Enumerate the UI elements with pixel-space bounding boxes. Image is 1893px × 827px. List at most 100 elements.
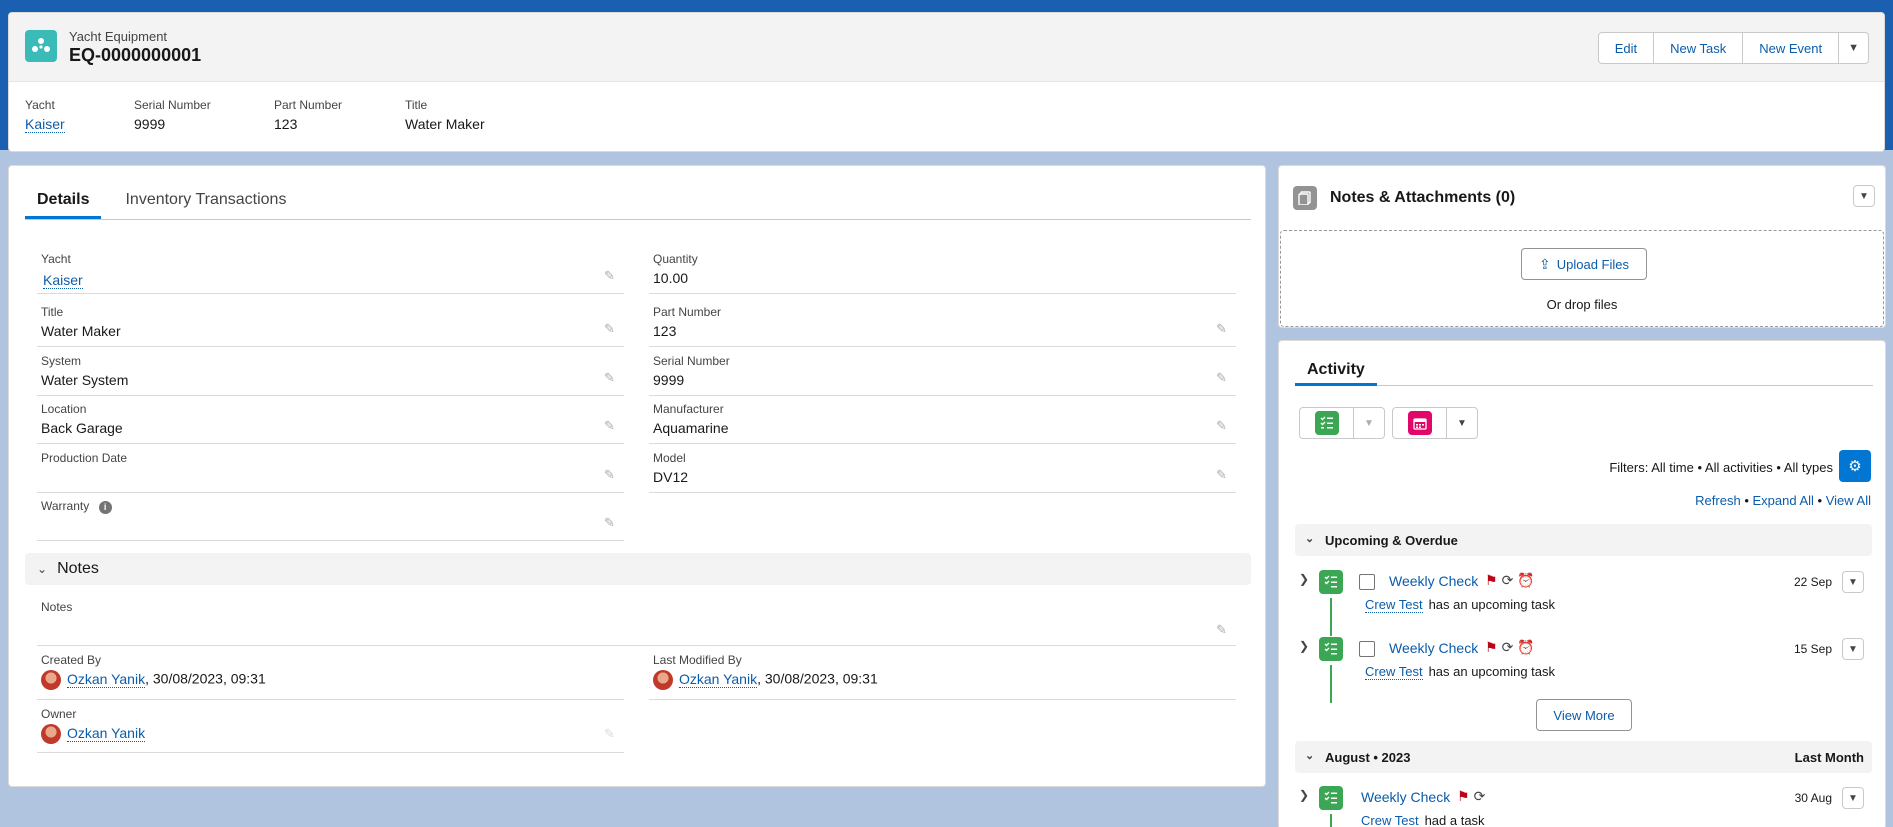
owner-user-link[interactable]: Ozkan Yanik — [67, 724, 146, 742]
field-value: Aquamarine — [653, 420, 729, 436]
task-indicators: ⚑⟳ — [1457, 788, 1489, 805]
task-complete-checkbox[interactable] — [1359, 641, 1375, 657]
field-manufacturer: Manufacturer Aquamarine ✎ — [649, 396, 1236, 444]
chevron-down-icon: ▼ — [1457, 417, 1467, 429]
event-publisher-dropdown[interactable]: ▼ — [1447, 408, 1477, 438]
notes-attachments-header: Notes & Attachments (0) — [1293, 186, 1515, 210]
change-owner-icon[interactable]: ✎ — [604, 726, 618, 741]
august-2023-header[interactable]: ⌄ August • 2023 Last Month — [1295, 741, 1872, 773]
highlight-value: Water Maker — [405, 116, 485, 132]
field-label: Yacht — [41, 252, 71, 266]
task-icon — [1314, 411, 1339, 435]
field-serial-number: Serial Number 9999 ✎ — [649, 348, 1236, 396]
field-label: Model — [653, 451, 686, 465]
edit-pencil-icon[interactable]: ✎ — [604, 268, 618, 283]
recurring-icon: ⟳ — [1501, 639, 1518, 655]
field-notes: Notes ✎ — [37, 594, 1236, 646]
field-label: Warranty i — [41, 499, 112, 514]
edit-pencil-icon[interactable]: ✎ — [1216, 370, 1230, 385]
task-who-link[interactable]: Crew Test — [1365, 597, 1423, 613]
task-date: 22 Sep — [1793, 575, 1832, 589]
new-task-publisher: ▼ — [1299, 407, 1385, 439]
field-title: Title Water Maker ✎ — [37, 299, 624, 347]
gear-icon: ⚙ — [1848, 458, 1862, 475]
notes-menu-button[interactable]: ▼ — [1853, 185, 1875, 207]
tab-details[interactable]: Details — [25, 180, 102, 219]
tab-activity[interactable]: Activity — [1295, 353, 1377, 386]
created-date: , 30/08/2023, 09:31 — [145, 670, 266, 687]
edit-pencil-icon[interactable]: ✎ — [604, 370, 618, 385]
yacht-equipment-icon — [25, 30, 57, 62]
edit-pencil-icon[interactable]: ✎ — [1216, 321, 1230, 336]
field-value: 123 — [653, 323, 677, 339]
modified-date: , 30/08/2023, 09:31 — [757, 670, 878, 687]
task-date: 15 Sep — [1793, 642, 1832, 656]
task-complete-checkbox[interactable] — [1359, 574, 1375, 590]
notes-section-header[interactable]: ⌄ Notes — [25, 553, 1251, 585]
task-description: has an upcoming task — [1428, 597, 1556, 612]
created-by-user-link[interactable]: Ozkan Yanik — [67, 670, 146, 688]
tab-inventory-transactions[interactable]: Inventory Transactions — [113, 180, 298, 219]
task-title-link[interactable]: Weekly Check — [1361, 789, 1450, 805]
field-warranty: Warranty i ✎ — [37, 493, 624, 541]
flag-icon: ⚑ — [1485, 639, 1502, 655]
expand-all-link[interactable]: Expand All — [1752, 493, 1813, 508]
task-title-link[interactable]: Weekly Check — [1389, 573, 1478, 589]
alarm-icon: ⏰ — [1517, 639, 1539, 655]
task-title-link[interactable]: Weekly Check — [1389, 640, 1478, 656]
field-yacht: Yacht Kaiser ✎ — [37, 246, 624, 294]
task-menu-button[interactable]: ▼ — [1842, 787, 1864, 809]
field-label: Title — [41, 305, 64, 319]
task-description: had a task — [1424, 813, 1485, 827]
field-quantity: Quantity 10.00 — [649, 246, 1236, 294]
avatar — [653, 670, 673, 690]
flag-icon: ⚑ — [1485, 572, 1502, 588]
edit-pencil-icon[interactable]: ✎ — [604, 321, 618, 336]
group-title: August • 2023 — [1325, 749, 1411, 765]
highlight-label: Yacht — [25, 98, 55, 112]
yacht-field-link[interactable]: Kaiser — [43, 272, 83, 289]
more-actions-button[interactable]: ▼ — [1838, 32, 1869, 64]
info-icon[interactable]: i — [98, 501, 112, 514]
yacht-link[interactable]: Kaiser — [25, 116, 65, 133]
alarm-icon: ⏰ — [1517, 572, 1539, 588]
task-who-link[interactable]: Crew Test — [1365, 664, 1423, 680]
record-name: EQ-0000000001 — [69, 45, 202, 65]
highlight-value: 9999 — [134, 116, 166, 132]
activity-task-item: ❯ Weekly Check ⚑⟳⏰ 15 Sep ▼ Crew Test has… — [1295, 637, 1872, 703]
new-event-publisher-button[interactable] — [1393, 408, 1447, 438]
refresh-link[interactable]: Refresh — [1695, 493, 1741, 508]
edit-pencil-icon[interactable]: ✎ — [604, 418, 618, 433]
view-more-button[interactable]: View More — [1536, 699, 1632, 731]
upload-files-button[interactable]: ⇪ Upload Files — [1521, 248, 1647, 280]
field-label: Last Modified By — [653, 653, 742, 667]
edit-pencil-icon[interactable]: ✎ — [604, 467, 618, 482]
chevron-right-icon[interactable]: ❯ — [1299, 639, 1309, 653]
upcoming-overdue-header[interactable]: ⌄ Upcoming & Overdue — [1295, 524, 1872, 556]
task-publisher-dropdown[interactable]: ▼ — [1354, 408, 1384, 438]
edit-pencil-icon[interactable]: ✎ — [604, 515, 618, 530]
activity-settings-button[interactable]: ⚙ — [1839, 450, 1871, 482]
highlight-title: Title Water Maker — [405, 98, 545, 132]
last-modified-by-user-link[interactable]: Ozkan Yanik — [679, 670, 758, 688]
upload-icon: ⇪ — [1539, 255, 1551, 272]
new-task-button[interactable]: New Task — [1653, 32, 1744, 64]
calendar-icon — [1407, 411, 1432, 435]
edit-button[interactable]: Edit — [1597, 32, 1655, 64]
highlight-part-number: Part Number 123 — [274, 98, 405, 132]
chevron-down-icon: ▼ — [1848, 792, 1858, 804]
edit-pencil-icon[interactable]: ✎ — [1216, 467, 1230, 482]
chevron-right-icon[interactable]: ❯ — [1299, 572, 1309, 586]
edit-pencil-icon[interactable]: ✎ — [1216, 418, 1230, 433]
view-all-link[interactable]: View All — [1826, 493, 1871, 508]
new-event-button[interactable]: New Event — [1742, 32, 1840, 64]
file-drop-zone[interactable]: ⇪ Upload Files Or drop files — [1280, 230, 1884, 327]
task-menu-button[interactable]: ▼ — [1842, 638, 1864, 660]
task-who-link[interactable]: Crew Test — [1361, 813, 1419, 827]
chevron-down-icon: ⌄ — [37, 562, 48, 576]
edit-pencil-icon[interactable]: ✎ — [1216, 622, 1230, 637]
chevron-right-icon[interactable]: ❯ — [1299, 788, 1309, 802]
record-header: Yacht Equipment EQ-0000000001 Edit New T… — [8, 12, 1885, 152]
new-task-publisher-button[interactable] — [1300, 408, 1354, 438]
task-menu-button[interactable]: ▼ — [1842, 571, 1864, 593]
